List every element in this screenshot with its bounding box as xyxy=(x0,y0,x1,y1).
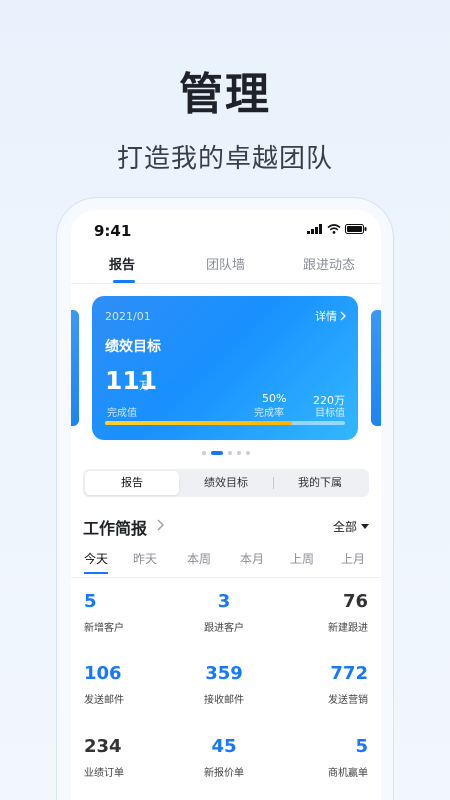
chevron-right-icon xyxy=(340,311,346,321)
carousel-dot-active[interactable] xyxy=(211,451,223,455)
progress-fill xyxy=(105,421,293,425)
carousel-dot[interactable] xyxy=(237,451,241,455)
hero-subtitle: 打造我的卓越团队 xyxy=(116,144,333,174)
stat-new-followups[interactable]: 76 新建跟进 xyxy=(278,591,368,634)
stat-followed-customers[interactable]: 3 跟进客户 xyxy=(179,591,269,634)
completed-label: 完成值 xyxy=(107,408,137,419)
status-icons xyxy=(307,224,367,234)
period-yesterday[interactable]: 昨天 xyxy=(133,550,157,567)
status-time: 9:41 xyxy=(94,222,132,240)
period-this-month[interactable]: 本月 xyxy=(240,550,264,567)
carousel-dot[interactable] xyxy=(228,451,232,455)
brief-header: 工作简报 全部 xyxy=(83,515,369,539)
period-last-week[interactable]: 上周 xyxy=(290,550,314,567)
tab-team-wall[interactable]: 团队墙 xyxy=(206,254,245,273)
app-screen: 9:41 报告 团队墙 跟进动态 2021/01 详情 绩效目标 111 万 完… xyxy=(71,210,381,800)
card-date: 2021/01 xyxy=(105,310,151,323)
period-tabs: 今天 昨天 本周 本月 上周 上月 xyxy=(71,546,381,578)
chevron-right-icon[interactable] xyxy=(157,519,164,531)
rate-label: 完成率 xyxy=(254,408,284,419)
carousel-dot[interactable] xyxy=(246,451,250,455)
carousel-dots xyxy=(71,451,381,455)
card-title: 绩效目标 xyxy=(105,339,161,355)
segment-control: 报告 绩效目标 我的下属 xyxy=(83,469,369,497)
progress-track xyxy=(105,421,345,425)
stat-label: 新报价单 xyxy=(204,768,244,779)
card-carousel[interactable]: 2021/01 详情 绩效目标 111 万 完成值 50% 完成率 220万 目… xyxy=(71,296,381,446)
filter-label: 全部 xyxy=(332,520,357,534)
period-active-indicator xyxy=(84,572,108,574)
hero-title: 管理 xyxy=(179,69,271,120)
tabs-divider xyxy=(71,283,381,284)
stat-value: 359 xyxy=(205,663,243,684)
stat-received-emails[interactable]: 359 接收邮件 xyxy=(179,663,269,706)
card-detail-link[interactable]: 详情 xyxy=(315,308,346,324)
stat-label: 新建跟进 xyxy=(328,623,368,634)
status-bar: 9:41 xyxy=(71,210,381,246)
segment-subordinates[interactable]: 我的下属 xyxy=(273,471,367,495)
stat-sent-emails[interactable]: 106 发送邮件 xyxy=(84,663,174,706)
next-card-peek[interactable] xyxy=(371,310,381,426)
stat-label: 商机赢单 xyxy=(328,768,368,779)
segment-report[interactable]: 报告 xyxy=(85,471,179,495)
stat-value: 5 xyxy=(84,591,97,612)
period-tabs-divider xyxy=(71,577,381,578)
stat-new-customers[interactable]: 5 新增客户 xyxy=(84,591,174,634)
brief-title[interactable]: 工作简报 xyxy=(83,515,147,539)
tab-report[interactable]: 报告 xyxy=(109,254,135,273)
stat-label: 接收邮件 xyxy=(204,695,244,706)
segment-performance[interactable]: 绩效目标 xyxy=(179,471,273,495)
battery-icon xyxy=(345,224,367,234)
period-last-month[interactable]: 上月 xyxy=(341,550,365,567)
stat-value: 76 xyxy=(342,591,368,612)
performance-card[interactable]: 2021/01 详情 绩效目标 111 万 完成值 50% 完成率 220万 目… xyxy=(92,296,358,440)
prev-card-peek[interactable] xyxy=(71,310,79,426)
wifi-icon xyxy=(327,224,341,234)
caret-down-icon xyxy=(361,523,369,529)
stat-value: 3 xyxy=(217,591,231,612)
stat-value: 106 xyxy=(84,663,122,684)
period-today[interactable]: 今天 xyxy=(84,550,108,567)
stat-label: 发送营销 xyxy=(328,695,368,706)
stat-value: 45 xyxy=(211,736,237,757)
card-detail-label: 详情 xyxy=(315,310,337,323)
tab-follow-up[interactable]: 跟进动态 xyxy=(303,254,355,273)
target-label: 目标值 xyxy=(315,408,345,419)
stat-new-quotes[interactable]: 45 新报价单 xyxy=(179,736,269,779)
stat-label: 跟进客户 xyxy=(204,623,244,634)
stat-value: 234 xyxy=(84,736,122,757)
stat-label: 新增客户 xyxy=(84,623,124,634)
signal-icon xyxy=(307,224,322,234)
stat-value: 5 xyxy=(355,736,368,757)
completed-unit: 万 xyxy=(139,379,150,392)
stat-label: 业绩订单 xyxy=(84,768,124,779)
stat-won-deals[interactable]: 5 商机赢单 xyxy=(278,736,368,779)
stat-value: 772 xyxy=(330,663,368,684)
stat-sent-marketing[interactable]: 772 发送营销 xyxy=(278,663,368,706)
period-this-week[interactable]: 本周 xyxy=(187,550,211,567)
top-tabs: 报告 团队墙 跟进动态 xyxy=(71,250,381,284)
stat-orders[interactable]: 234 业绩订单 xyxy=(84,736,174,779)
stat-label: 发送邮件 xyxy=(84,695,124,706)
filter-dropdown[interactable]: 全部 xyxy=(333,518,369,535)
carousel-dot[interactable] xyxy=(202,451,206,455)
